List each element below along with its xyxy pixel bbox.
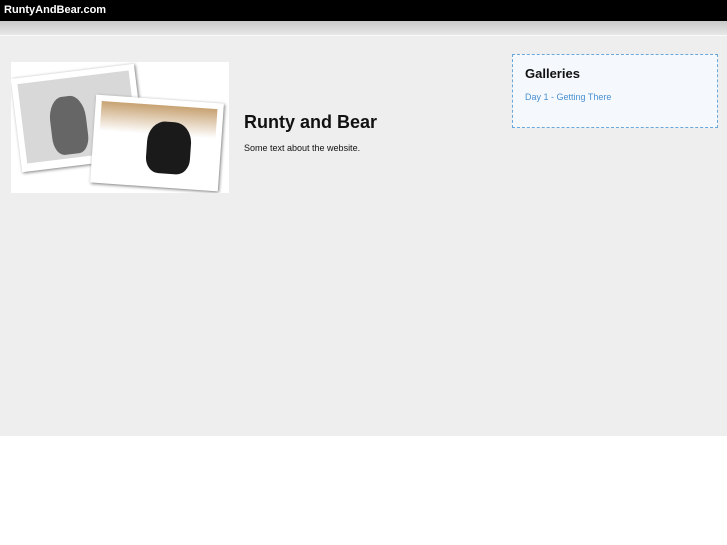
black-kitten-photo [90, 94, 224, 192]
galleries-heading: Galleries [525, 66, 580, 81]
main-content: Runty and Bear Some text about the websi… [0, 36, 727, 436]
page-description: Some text about the website. [244, 143, 361, 153]
top-bar: RuntyAndBear.com [0, 0, 727, 21]
gallery-link-day-1[interactable]: Day 1 - Getting There [525, 92, 611, 102]
kittens-hero-image [11, 62, 229, 193]
page-title: Runty and Bear [244, 112, 378, 132]
galleries-box: Galleries Day 1 - Getting There [512, 54, 718, 128]
header-shade [0, 21, 727, 36]
site-name[interactable]: RuntyAndBear.com [4, 4, 106, 16]
